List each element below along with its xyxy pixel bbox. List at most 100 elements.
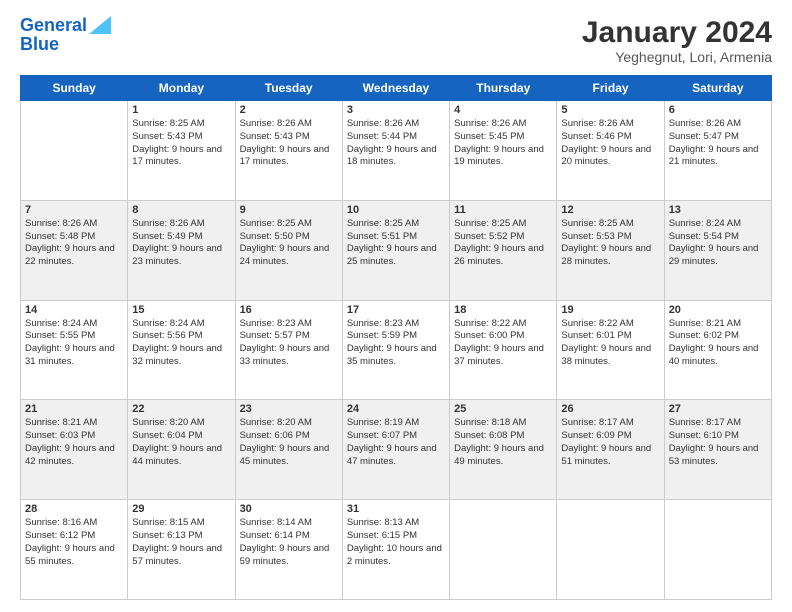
sunrise: Sunrise: 8:20 AM [240,417,312,428]
cell-content: Sunrise: 8:21 AMSunset: 6:02 PMDaylight:… [669,318,767,369]
sunset: Sunset: 5:46 PM [561,131,631,142]
cell-content: Sunrise: 8:26 AMSunset: 5:46 PMDaylight:… [561,118,659,169]
month-title: January 2024 [582,16,772,49]
cell-content: Sunrise: 8:20 AMSunset: 6:06 PMDaylight:… [240,417,338,468]
sunrise: Sunrise: 8:23 AM [347,318,419,329]
daylight: Daylight: 9 hours and 49 minutes. [454,443,544,467]
daylight: Daylight: 9 hours and 26 minutes. [454,243,544,267]
day-number: 11 [454,204,552,216]
day-number: 16 [240,304,338,316]
calendar-cell: 19 Sunrise: 8:22 AMSunset: 6:01 PMDayligh… [557,300,664,400]
calendar-cell: 30Sunrise: 8:14 AMSunset: 6:14 PMDayligh… [235,500,342,600]
sunset: Sunset: 5:59 PM [347,330,417,341]
daylight: Daylight: 9 hours and 17 minutes. [240,144,330,168]
daylight: Daylight: 9 hours and 35 minutes. [347,343,437,367]
day-number: 2 [240,104,338,116]
sunrise: Sunrise: 8:24 AM [132,318,204,329]
sunrise: Sunrise: 8:25 AM [240,218,312,229]
sunrise: Sunrise: 8:26 AM [454,118,526,129]
day-header-wednesday: Wednesday [342,76,449,101]
sunrise: Sunrise: 8:25 AM [132,118,204,129]
daylight: Daylight: 9 hours and 19 minutes. [454,144,544,168]
cell-content: Sunrise: 8:25 AMSunset: 5:53 PMDaylight:… [561,218,659,269]
day-header-saturday: Saturday [664,76,771,101]
cell-content: Sunrise: 8:23 AMSunset: 5:59 PM Daylight:… [347,318,445,369]
day-number: 21 [25,403,123,415]
day-number: 26 [561,403,659,415]
day-header-thursday: Thursday [450,76,557,101]
sunset: Sunset: 6:02 PM [669,330,739,341]
cell-content: Sunrise: 8:21 AMSunset: 6:03 PMDaylight:… [25,417,123,468]
sunrise: Sunrise: 8:24 AM [669,218,741,229]
sunset: Sunset: 5:45 PM [454,131,524,142]
day-number: 20 [669,304,767,316]
sunrise: Sunrise: 8:22 AM [454,318,526,329]
cell-content: Sunrise: 8:26 AMSunset: 5:47 PMDaylight:… [669,118,767,169]
day-header-sunday: Sunday [21,76,128,101]
daylight: Daylight: 9 hours and 33 minutes. [240,343,330,367]
day-number: 29 [132,503,230,515]
calendar: SundayMondayTuesdayWednesdayThursdayFrid… [20,75,772,600]
sunset: Sunset: 5:49 PM [132,231,202,242]
sunrise: Sunrise: 8:20 AM [132,417,204,428]
daylight: Daylight: 9 hours and 38 minutes. [561,343,651,367]
sunrise: Sunrise: 8:26 AM [240,118,312,129]
sunset: Sunset: 6:00 PM [454,330,524,341]
daylight: Daylight: 9 hours and 45 minutes. [240,443,330,467]
sunset: Sunset: 5:47 PM [669,131,739,142]
calendar-cell: 7Sunrise: 8:26 AMSunset: 5:48 PMDaylight… [21,200,128,300]
sunrise: Sunrise: 8:14 AM [240,517,312,528]
day-number: 19 [561,304,659,316]
sunrise: Sunrise: 8:25 AM [347,218,419,229]
sunset: Sunset: 5:55 PM [25,330,95,341]
cell-content: Sunrise: 8:24 AMSunset: 5:56 PMDaylight:… [132,318,230,369]
sunrise: Sunrise: 8:21 AM [25,417,97,428]
daylight: Daylight: 9 hours and 32 minutes. [132,343,222,367]
calendar-cell: 2 Sunrise: 8:26 AM Sunset: 5:43 PM Daylight… [235,101,342,201]
calendar-cell: 10Sunrise: 8:25 AMSunset: 5:51 PMDayligh… [342,200,449,300]
calendar-cell: 28Sunrise: 8:16 AMSunset: 6:12 PMDayligh… [21,500,128,600]
daylight: Daylight: 9 hours and 55 minutes. [25,543,115,567]
day-number: 18 [454,304,552,316]
calendar-cell: 16Sunrise: 8:23 AMSunset: 5:57 PMDayligh… [235,300,342,400]
daylight: Daylight: 9 hours and 42 minutes. [25,443,115,467]
sunrise: Sunrise: 8:18 AM [454,417,526,428]
cell-content: Sunrise: 8:22 AMSunset: 6:01 PMDaylight:… [561,318,659,369]
day-number: 14 [25,304,123,316]
sunrise: Sunrise: 8:24 AM [25,318,97,329]
calendar-cell: 15Sunrise: 8:24 AMSunset: 5:56 PMDayligh… [128,300,235,400]
location: Yeghegnut, Lori, Armenia [582,49,772,65]
calendar-week-row: 7Sunrise: 8:26 AMSunset: 5:48 PMDaylight… [21,200,772,300]
sunrise: Sunrise: 8:17 AM [561,417,633,428]
calendar-cell [450,500,557,600]
calendar-cell [664,500,771,600]
daylight: Daylight: 10 hours and 2 minutes. [347,543,442,567]
sunset: Sunset: 5:43 PM [240,131,310,142]
day-number: 17 [347,304,445,316]
daylight: Daylight: 9 hours and 21 minutes. [669,144,759,168]
sunset: Sunset: 5:54 PM [669,231,739,242]
sunrise: Sunrise: 8:16 AM [25,517,97,528]
cell-content: Sunrise: 8:22 AMSunset: 6:00 PMDaylight:… [454,318,552,369]
day-number: 22 [132,403,230,415]
calendar-cell: 11Sunrise: 8:25 AMSunset: 5:52 PMDayligh… [450,200,557,300]
sunrise: Sunrise: 8:17 AM [669,417,741,428]
day-number: 10 [347,204,445,216]
sunrise: Sunrise: 8:26 AM [132,218,204,229]
day-number: 13 [669,204,767,216]
sunrise: Sunrise: 8:26 AM [561,118,633,129]
cell-content: Sunrise: 8:26 AMSunset: 5:44 PMDaylight:… [347,118,445,169]
sunset: Sunset: 5:43 PM [132,131,202,142]
calendar-cell: 14Sunrise: 8:24 AMSunset: 5:55 PMDayligh… [21,300,128,400]
logo-arrow-icon [89,16,111,34]
day-number: 31 [347,503,445,515]
cell-content: Sunrise: 8:20 AMSunset: 6:04 PMDaylight:… [132,417,230,468]
day-number: 23 [240,403,338,415]
calendar-cell: 25Sunrise: 8:18 AMSunset: 6:08 PMDayligh… [450,400,557,500]
calendar-week-row: 28Sunrise: 8:16 AMSunset: 6:12 PMDayligh… [21,500,772,600]
calendar-cell: 1Sunrise: 8:25 AMSunset: 5:43 PMDaylight… [128,101,235,201]
daylight: Daylight: 9 hours and 57 minutes. [132,543,222,567]
daylight: Daylight: 9 hours and 53 minutes. [669,443,759,467]
sunset: Sunset: 6:09 PM [561,430,631,441]
cell-content: Sunrise: 8:13 AMSunset: 6:15 PMDaylight:… [347,517,445,568]
